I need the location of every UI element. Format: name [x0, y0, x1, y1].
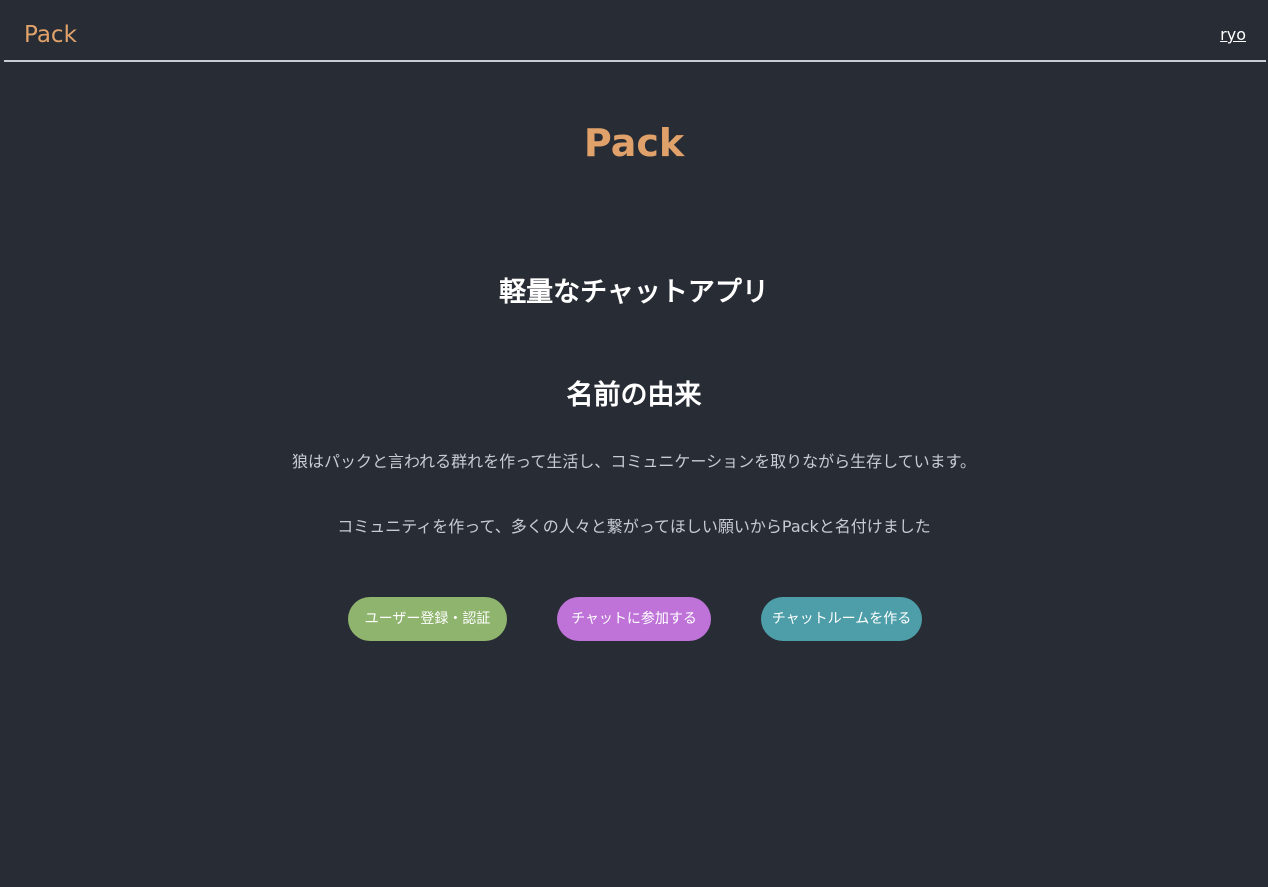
- join-chat-button[interactable]: チャットに参加する: [557, 597, 711, 641]
- origin-paragraph-1: 狼はパックと言われる群れを作って生活し、コミュニケーションを取りながら生存してい…: [291, 452, 976, 471]
- nav-user-link[interactable]: ryo: [1220, 24, 1246, 46]
- register-auth-button[interactable]: ユーザー登録・認証: [348, 597, 507, 641]
- page-title: Pack: [583, 121, 685, 165]
- origin-paragraph-2: コミュニティを作って、多くの人々と繋がってほしい願いからPackと名付けました: [337, 517, 931, 536]
- page: Pack ryo Pack 軽量なチャットアプリ 名前の由来 狼はパックと言われ…: [0, 0, 1268, 887]
- nav-brand-link[interactable]: Pack: [24, 20, 77, 50]
- name-origin-heading: 名前の由来: [566, 380, 702, 411]
- create-chatroom-button[interactable]: チャットルームを作る: [761, 597, 922, 641]
- app-subtitle: 軽量なチャットアプリ: [499, 277, 769, 308]
- top-navbar: Pack ryo: [4, 0, 1266, 62]
